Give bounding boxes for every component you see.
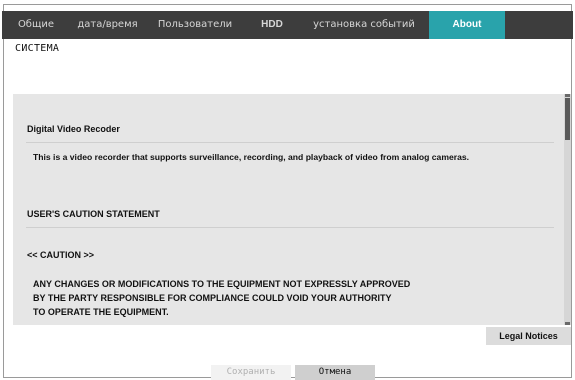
tab-hdd[interactable]: HDD	[245, 11, 299, 39]
legal-notices-button[interactable]: Legal Notices	[486, 327, 571, 345]
tab-about[interactable]: About	[429, 11, 505, 39]
section-title: СИСТЕМА	[15, 43, 60, 54]
tab-event-setup[interactable]: установка событий	[299, 11, 429, 39]
content-scrollbar[interactable]	[564, 94, 571, 325]
product-title: Digital Video Recoder	[27, 124, 120, 134]
scroll-down-arrow-icon[interactable]	[565, 322, 570, 325]
caution-heading: USER'S CAUTION STATEMENT	[27, 209, 160, 219]
divider	[26, 142, 554, 143]
save-button[interactable]: Сохранить	[211, 365, 291, 380]
caution-line-3: TO OPERATE THE EQUIPMENT.	[33, 307, 169, 317]
about-content-panel: Digital Video Recoder This is a video re…	[13, 94, 564, 325]
scroll-thumb[interactable]	[565, 98, 570, 140]
tab-users[interactable]: Пользователи	[145, 11, 245, 39]
tab-bar: Общие дата/время Пользователи HDD устано…	[2, 11, 573, 39]
tab-general[interactable]: Общие	[2, 11, 70, 39]
tab-datetime[interactable]: дата/время	[70, 11, 145, 39]
caution-line-2: BY THE PARTY RESPONSIBLE FOR COMPLIANCE …	[33, 293, 392, 303]
caution-tag: << CAUTION >>	[27, 250, 95, 260]
product-description: This is a video recorder that supports s…	[33, 152, 470, 162]
cancel-button[interactable]: Отмена	[295, 365, 375, 380]
caution-line-1: ANY CHANGES OR MODIFICATIONS TO THE EQUI…	[33, 279, 411, 289]
scroll-up-arrow-icon[interactable]	[565, 94, 570, 97]
divider	[26, 227, 554, 228]
